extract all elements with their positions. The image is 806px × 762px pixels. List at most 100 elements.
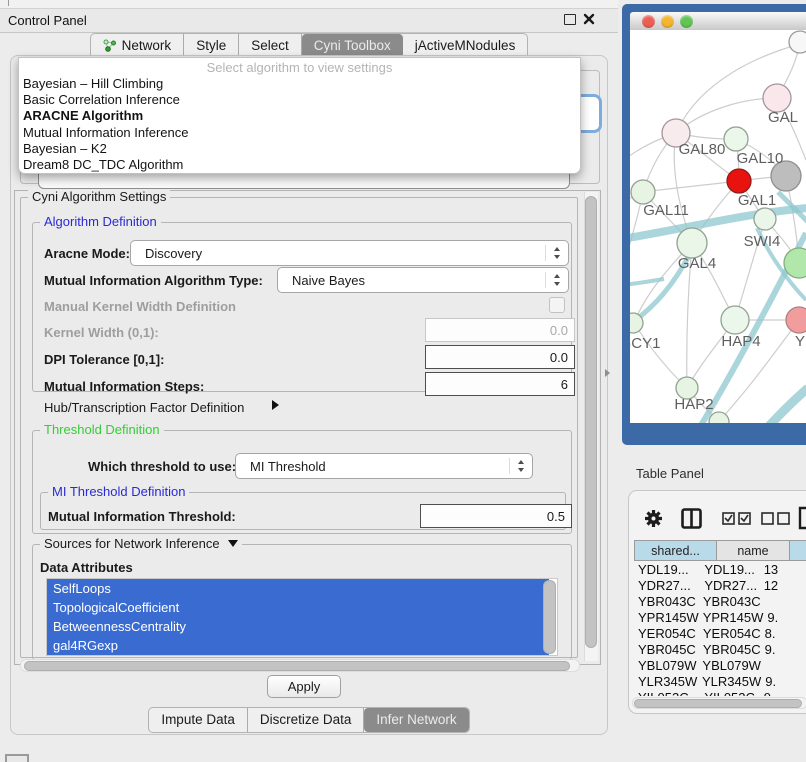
network-graph: GALGAL80GAL10GAL1GAL11SWI4GAL4GCY1HAP4YH… <box>630 30 806 423</box>
bottom-tab-bar: Impute DataDiscretize DataInfer Network <box>148 707 469 733</box>
network-node[interactable] <box>724 127 748 151</box>
table-row[interactable]: YDL19...YDL19...13 <box>634 561 806 577</box>
dpi-tolerance-field[interactable]: 0.0 <box>425 345 575 369</box>
table-row[interactable]: YBR043CYBR043C <box>634 593 806 609</box>
network-node[interactable] <box>727 169 751 193</box>
algorithm-option-dream8-dc-tdc-algorithm[interactable]: Dream8 DC_TDC Algorithm <box>19 157 580 173</box>
top-strip <box>0 0 618 8</box>
control-panel-titlebar: Control Panel <box>0 8 618 33</box>
network-canvas[interactable]: GALGAL80GAL10GAL1GAL11SWI4GAL4GCY1HAP4YH… <box>630 30 806 423</box>
network-node[interactable] <box>754 208 776 230</box>
bottom-tab-bar-wrap: Impute DataDiscretize DataInfer Network <box>0 707 618 731</box>
column-header-a[interactable]: A <box>790 540 806 561</box>
attribute-item-topologicalcoefficient[interactable]: TopologicalCoefficient <box>47 598 549 617</box>
algorithm-placeholder: Select algorithm to view settings <box>19 59 580 76</box>
table-row[interactable]: YIL052CYIL052C9 <box>634 689 806 696</box>
attribute-item-betweennesscentrality[interactable]: BetweennessCentrality <box>47 617 549 636</box>
algorithm-option-mutual-information-inference[interactable]: Mutual Information Inference <box>19 125 580 141</box>
settings-vscrollbar-thumb[interactable] <box>585 196 597 648</box>
network-edge[interactable] <box>634 323 687 388</box>
panel-divider-handle[interactable] <box>605 369 610 377</box>
combo-down-arrow-icon <box>554 255 560 259</box>
float-panel-icon[interactable] <box>564 14 576 25</box>
table-hscrollbar-thumb[interactable] <box>634 699 802 708</box>
column-header-name[interactable]: name <box>717 540 790 561</box>
tab-label: Network <box>122 38 172 53</box>
mi-type-combo[interactable]: Naive Bayes <box>277 267 569 293</box>
network-node[interactable] <box>677 228 707 258</box>
close-icon[interactable] <box>583 13 595 25</box>
network-node[interactable] <box>786 307 806 333</box>
table-cell: YLR345W <box>634 674 698 689</box>
sources-collapse-arrow-icon[interactable] <box>228 540 238 547</box>
hub-expand-arrow-icon[interactable] <box>272 400 279 410</box>
tab-label: Style <box>196 38 226 53</box>
network-node[interactable] <box>789 31 806 53</box>
sources-legend[interactable]: Sources for Network Inference <box>40 537 242 551</box>
screen: Control Panel NetworkStyleSelectCyni Too… <box>0 0 806 762</box>
select-all-checkboxes-icon[interactable] <box>722 512 751 525</box>
attributes-vscrollbar-thumb[interactable] <box>543 580 556 654</box>
table-cell: YPR145W <box>634 610 699 625</box>
network-node[interactable] <box>631 180 655 204</box>
network-node[interactable] <box>721 306 749 334</box>
kernel-width-field[interactable]: 0.0 <box>425 318 575 342</box>
table-cell: YDR27... <box>700 578 759 593</box>
minimized-panel-icon[interactable] <box>5 754 29 762</box>
network-window-titlebar[interactable] <box>630 12 806 31</box>
node-label-gal1: GAL1 <box>738 192 776 209</box>
aracne-mode-combo[interactable]: Discovery <box>130 240 569 266</box>
tab-infer-network[interactable]: Infer Network <box>364 708 468 732</box>
table-row[interactable]: YLR345WYLR345W9. <box>634 673 806 689</box>
table-row[interactable]: YBL079WYBL079W <box>634 657 806 673</box>
new-table-icon[interactable] <box>798 506 806 530</box>
data-attributes-label: Data Attributes <box>40 560 133 575</box>
table-cell: YDR27... <box>634 578 700 593</box>
algorithm-popup-list: Bayesian – Hill ClimbingBasic Correlatio… <box>19 76 580 173</box>
node-label-gcy1: GCY1 <box>630 335 660 352</box>
table-row[interactable]: YBR045CYBR045C9. <box>634 641 806 657</box>
attribute-item-selfloops[interactable]: SelfLoops <box>47 579 549 598</box>
aracne-mode-label: Aracne Mode: <box>44 246 130 261</box>
tab-label: Select <box>251 38 289 53</box>
zoom-traffic-light[interactable] <box>680 15 693 28</box>
network-edge[interactable] <box>643 181 739 192</box>
mi-threshold-field[interactable]: 0.5 <box>420 504 572 528</box>
minimize-traffic-light[interactable] <box>661 15 674 28</box>
algorithm-option-basic-correlation-inference[interactable]: Basic Correlation Inference <box>19 92 580 108</box>
close-traffic-light[interactable] <box>642 15 655 28</box>
network-edge[interactable] <box>630 279 664 286</box>
column-header-shared-[interactable]: shared... <box>634 540 717 561</box>
algorithm-option-aracne-algorithm[interactable]: ARACNE Algorithm <box>19 108 580 124</box>
table-cell: YBR043C <box>699 594 761 609</box>
table-cell: YBR045C <box>699 642 761 657</box>
tab-discretize-data[interactable]: Discretize Data <box>248 708 365 732</box>
combo-up-arrow-icon <box>518 460 524 464</box>
deselect-all-checkboxes-icon[interactable] <box>761 512 790 525</box>
tab-impute-data[interactable]: Impute Data <box>149 708 248 732</box>
apply-button[interactable]: Apply <box>267 675 341 698</box>
attribute-item-gal4rgexp[interactable]: gal4RGexp <box>47 636 549 655</box>
table-cell: 9. <box>761 642 806 657</box>
mi-threshold-legend: MI Threshold Definition <box>48 485 189 499</box>
split-panel-icon[interactable] <box>681 508 702 529</box>
table-cell: YDL19... <box>700 562 759 577</box>
gear-icon[interactable] <box>644 509 663 528</box>
network-edge[interactable] <box>768 388 806 423</box>
sources-legend-text: Sources for Network Inference <box>44 536 220 551</box>
network-node[interactable] <box>763 84 791 112</box>
which-threshold-combo[interactable]: MI Threshold <box>235 453 533 479</box>
settings-hscrollbar-thumb[interactable] <box>24 661 570 671</box>
algorithm-option-bayesian-hill-climbing[interactable]: Bayesian – Hill Climbing <box>19 76 580 92</box>
node-label-gal80: GAL80 <box>679 141 726 158</box>
network-edge[interactable] <box>676 98 777 133</box>
table-cell: YDL19... <box>634 562 700 577</box>
table-row[interactable]: YER054CYER054C8. <box>634 625 806 641</box>
algorithm-option-bayesian-k2[interactable]: Bayesian – K2 <box>19 141 580 157</box>
table-row[interactable]: YDR27...YDR27...12 <box>634 577 806 593</box>
table-row[interactable]: YPR145WYPR145W9. <box>634 609 806 625</box>
which-threshold-value: MI Threshold <box>236 459 326 474</box>
hub-definition-label[interactable]: Hub/Transcription Factor Definition <box>44 400 244 415</box>
mi-steps-field[interactable]: 6 <box>425 372 575 396</box>
manual-kernel-checkbox[interactable] <box>549 297 565 313</box>
